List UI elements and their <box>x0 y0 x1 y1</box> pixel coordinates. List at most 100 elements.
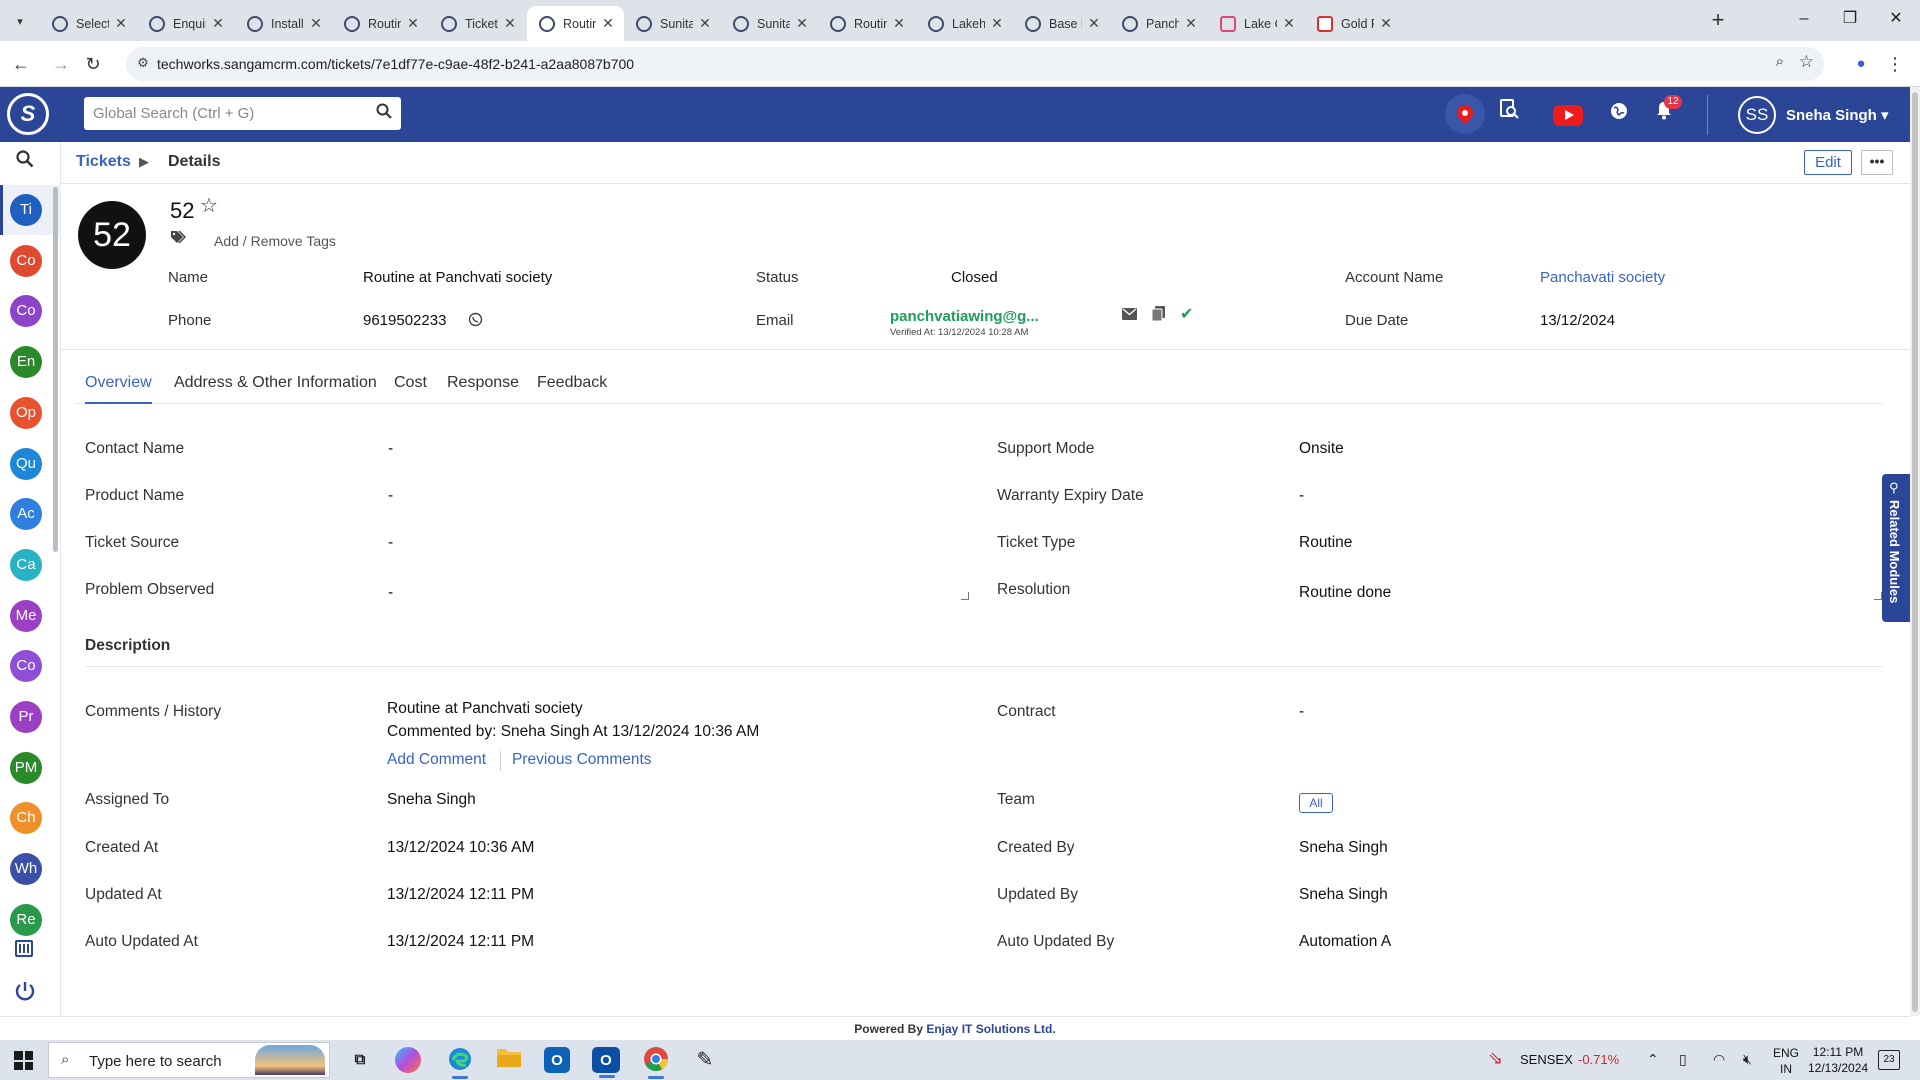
task-view-icon[interactable]: ⧉ <box>345 1046 375 1074</box>
problem-observed-value[interactable]: - <box>388 584 393 602</box>
sidebar-module-en[interactable]: En <box>10 346 42 379</box>
global-search-input[interactable] <box>84 97 354 130</box>
tab-close-icon[interactable]: ✕ <box>1281 15 1297 32</box>
page-scrollbar-thumb[interactable] <box>1912 92 1918 1012</box>
back-arrow-icon[interactable]: ← <box>6 49 36 79</box>
location-pin-icon[interactable] <box>1445 94 1485 134</box>
browser-tab[interactable]: Routine a ✕ <box>527 6 624 41</box>
browser-tab[interactable]: Base boo ✕ <box>1013 6 1110 41</box>
previous-comments-link[interactable]: Previous Comments <box>512 751 652 769</box>
sidebar-module-pr[interactable]: Pr <box>10 701 42 733</box>
edit-button[interactable]: Edit <box>1804 150 1852 175</box>
browser-tab[interactable]: Enquiries ✕ <box>137 6 234 41</box>
tab-close-icon[interactable]: ✕ <box>697 15 713 32</box>
browser-tab[interactable]: Installatio ✕ <box>235 6 332 41</box>
add-comment-link[interactable]: Add Comment <box>387 751 486 769</box>
account-name-link[interactable]: Panchavati society <box>1540 269 1665 286</box>
tab-close-icon[interactable]: ✕ <box>600 15 616 32</box>
taskbar-clock[interactable]: 12:11 PM 12/13/2024 <box>1808 1044 1868 1076</box>
minimize-icon[interactable]: – <box>1781 4 1827 34</box>
browser-profile-icon[interactable]: ● <box>1848 51 1874 77</box>
sidebar-module-re[interactable]: Re <box>10 903 42 936</box>
calendar-list-icon[interactable] <box>14 938 34 964</box>
new-tab-button[interactable]: + <box>1705 8 1731 34</box>
tab-close-icon[interactable]: ✕ <box>113 15 129 32</box>
more-actions-button[interactable]: ••• <box>1861 150 1893 175</box>
zoom-icon[interactable]: ⌕ <box>1776 53 1784 70</box>
taskbar-search[interactable]: ⌕ Type here to search <box>48 1042 330 1078</box>
stock-trend-icon[interactable]: ⇘ <box>1488 1048 1503 1069</box>
sidebar-scrollbar[interactable] <box>53 187 58 552</box>
windows-start-icon[interactable] <box>14 1051 33 1070</box>
textarea-resize-handle[interactable] <box>961 592 969 600</box>
language-indicator[interactable]: ENG IN <box>1773 1045 1799 1077</box>
tab-close-icon[interactable]: ✕ <box>989 15 1005 32</box>
sidebar-module-ac[interactable]: Ac <box>10 498 42 531</box>
sidebar-module-pm[interactable]: PM <box>10 751 42 784</box>
power-icon[interactable] <box>14 980 36 1008</box>
favorite-star-icon[interactable]: ☆ <box>200 193 218 218</box>
sidebar-module-me[interactable]: Me <box>10 599 42 632</box>
browser-tab[interactable]: Sunita Ap ✕ <box>624 6 721 41</box>
tab-close-icon[interactable]: ✕ <box>502 15 518 32</box>
tab-close-icon[interactable]: ✕ <box>1378 15 1394 32</box>
browser-tab[interactable]: Selected ✕ <box>40 6 137 41</box>
file-explorer-icon[interactable] <box>494 1046 524 1074</box>
mail-icon[interactable] <box>1122 307 1137 323</box>
sidebar-module-qu[interactable]: Qu <box>10 447 42 480</box>
sidebar-module-op[interactable]: Op <box>10 396 42 429</box>
whatsapp-icon[interactable] <box>468 312 483 330</box>
address-bar[interactable]: ⚙ techworks.sangamcrm.com/tickets/7e1df7… <box>126 47 1824 81</box>
sidebar-module-ca[interactable]: Ca <box>10 548 42 581</box>
powered-by-brand-link[interactable]: Enjay IT Solutions Ltd. <box>926 1022 1055 1036</box>
copy-icon[interactable] <box>1151 306 1165 324</box>
tablet-app-icon[interactable]: ✎ <box>690 1046 720 1074</box>
tab-address-other-information[interactable]: Address & Other Information <box>174 374 377 402</box>
tab-close-icon[interactable]: ✕ <box>308 15 324 32</box>
sidebar-module-co[interactable]: Co <box>10 295 42 328</box>
add-remove-tags-link[interactable]: Add / Remove Tags <box>214 233 336 249</box>
url-text[interactable]: techworks.sangamcrm.com/tickets/7e1df77e… <box>157 56 634 72</box>
search-icon[interactable] <box>376 103 392 124</box>
action-center-notifications[interactable]: 23 <box>1878 1050 1900 1070</box>
browser-tab[interactable]: Tickets Li ✕ <box>429 6 526 41</box>
tab-search-chevron-icon[interactable]: ▾ <box>8 9 32 33</box>
tab-close-icon[interactable]: ✕ <box>891 15 907 32</box>
tray-chevron-up-icon[interactable]: ⌃ <box>1647 1051 1659 1068</box>
sidebar-module-ti[interactable]: Ti <box>10 194 42 226</box>
close-window-icon[interactable]: ✕ <box>1873 4 1919 34</box>
browser-tab[interactable]: Panchav ✕ <box>1110 6 1207 41</box>
browser-tab[interactable]: Gold Rat ✕ <box>1305 6 1402 41</box>
phone-value[interactable]: 9619502233 <box>363 312 446 329</box>
battery-icon[interactable]: ▯ <box>1679 1051 1687 1068</box>
browser-menu-icon[interactable]: ⋮ <box>1885 51 1905 77</box>
sidebar-search-icon[interactable] <box>16 150 34 174</box>
chrome-icon[interactable] <box>641 1046 671 1079</box>
wifi-icon[interactable]: ◠ <box>1713 1051 1725 1068</box>
browser-tab[interactable]: Routine a ✕ <box>332 6 429 41</box>
browser-tab[interactable]: Sunita Ap ✕ <box>721 6 818 41</box>
tab-close-icon[interactable]: ✕ <box>1086 15 1102 32</box>
site-info-icon[interactable]: ⚙ <box>134 55 152 73</box>
email-value[interactable]: panchvatiawing@g... <box>890 308 1039 325</box>
browser-tab[interactable]: Lake Club ✕ <box>1208 6 1305 41</box>
tab-close-icon[interactable]: ✕ <box>794 15 810 32</box>
outlook-icon[interactable]: O <box>592 1047 620 1078</box>
globe-icon[interactable] <box>1602 97 1636 131</box>
tab-close-icon[interactable]: ✕ <box>210 15 226 32</box>
related-modules-tab[interactable]: ⚲ Related Modules <box>1882 474 1910 622</box>
reload-icon[interactable]: ↻ <box>78 49 108 79</box>
textarea-resize-handle[interactable] <box>1874 592 1882 600</box>
outlook-new-icon[interactable]: O <box>544 1047 570 1073</box>
user-avatar[interactable]: SS <box>1738 96 1776 134</box>
tab-feedback[interactable]: Feedback <box>537 374 607 402</box>
volume-mute-icon[interactable]: 🔇︎ <box>1743 1051 1752 1068</box>
copilot-icon[interactable] <box>395 1047 421 1073</box>
tab-close-icon[interactable]: ✕ <box>405 15 421 32</box>
tab-close-icon[interactable]: ✕ <box>1183 15 1199 32</box>
tab-cost[interactable]: Cost <box>394 374 427 402</box>
bookmark-star-icon[interactable]: ☆ <box>1799 52 1814 72</box>
forward-arrow-icon[interactable]: → <box>46 49 76 79</box>
global-search[interactable] <box>84 97 401 130</box>
restore-icon[interactable]: ❐ <box>1827 4 1873 34</box>
